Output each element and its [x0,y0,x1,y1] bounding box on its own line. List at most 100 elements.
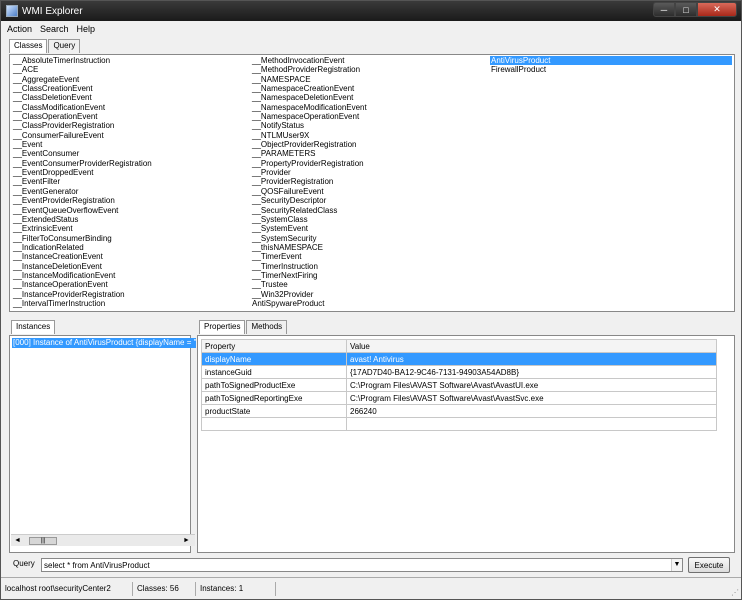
class-item[interactable]: __Win32Provider [251,290,367,299]
minimize-button[interactable]: ─ [653,2,675,17]
class-item[interactable]: __InstanceOperationEvent [12,280,152,289]
resize-grip-icon[interactable]: ⋰ [731,588,739,597]
status-instances: Instances: 1 [196,581,276,596]
class-item[interactable]: __ConsumerFailureEvent [12,131,152,140]
class-item[interactable]: __InstanceModificationEvent [12,271,152,280]
class-item[interactable]: __InstanceCreationEvent [12,252,152,261]
maximize-button[interactable]: □ [675,2,697,17]
property-row[interactable]: displayName avast! Antivirus [201,352,717,366]
class-item[interactable]: __EventDroppedEvent [12,168,152,177]
class-item[interactable]: __TimerEvent [251,252,367,261]
class-item[interactable]: __Trustee [251,280,367,289]
class-item[interactable]: __thisNAMESPACE [251,243,367,252]
class-item[interactable]: __AbsoluteTimerInstruction [12,56,152,65]
property-row[interactable]: instanceGuid {17AD7D40-BA12-9C46-7131-949… [201,365,717,379]
classes-list[interactable]: __AbsoluteTimerInstruction __ACE __Aggrega… [9,54,735,312]
title-bar[interactable]: WMI Explorer ─ □ ✕ [1,1,741,21]
class-item[interactable]: __EventQueueOverflowEvent [12,206,152,215]
menu-bar: Action Search Help [1,21,741,36]
class-item[interactable]: __ClassCreationEvent [12,84,152,93]
class-item[interactable]: __NotifyStatus [251,121,367,130]
tab-query[interactable]: Query [48,39,81,53]
class-item[interactable]: __EventConsumerProviderRegistration [12,159,152,168]
property-value: 266240 [346,404,717,418]
close-icon: ✕ [713,4,721,14]
class-item[interactable]: __NamespaceOperationEvent [251,112,367,121]
class-item[interactable]: __AggregateEvent [12,75,152,84]
class-item[interactable]: AntiVirusProduct [490,56,732,66]
class-item[interactable]: __ExtrinsicEvent [12,224,152,233]
class-item[interactable]: __PARAMETERS [251,149,367,158]
class-item[interactable]: __EventFilter [12,177,152,186]
tab-properties[interactable]: Properties [199,320,246,334]
class-item[interactable]: __SystemEvent [251,224,367,233]
class-item[interactable]: __ObjectProviderRegistration [251,140,367,149]
class-item[interactable]: __MethodProviderRegistration [251,65,367,74]
class-item[interactable]: AntiSpywareProduct [251,299,367,308]
class-item[interactable]: __ClassModificationEvent [12,103,152,112]
property-row[interactable]: pathToSignedProductExe C:\Program Files\A… [201,378,717,392]
instance-item[interactable]: [000] Instance of AntiVirusProduct {disp… [12,338,196,348]
tab-methods[interactable]: Methods [246,320,288,334]
execute-button[interactable]: Execute [688,557,730,573]
column-header-value[interactable]: Value [346,339,717,353]
scroll-right-icon[interactable]: ► [181,536,192,546]
class-item[interactable]: __ACE [12,65,152,74]
column-header-property[interactable]: Property [201,339,347,353]
menu-action[interactable]: Action [7,24,32,34]
class-item[interactable]: __ClassProviderRegistration [12,121,152,130]
property-value: {17AD7D40-BA12-9C46-7131-94903A54AD8B} [346,365,717,379]
class-item[interactable]: __TimerInstruction [251,262,367,271]
query-bar: Query ▼ Execute [1,556,741,574]
class-item[interactable]: __SystemClass [251,215,367,224]
class-item[interactable]: __IntervalTimerInstruction [12,299,152,308]
class-item[interactable]: __SystemSecurity [251,234,367,243]
instances-list[interactable]: [000] Instance of AntiVirusProduct {disp… [9,335,196,553]
class-item[interactable]: __QOSFailureEvent [251,187,367,196]
class-item[interactable]: __EventConsumer [12,149,152,158]
query-label: Query [13,559,35,568]
query-input[interactable] [41,558,683,572]
scroll-thumb[interactable]: ||| [29,537,57,545]
property-row[interactable]: productState 266240 [201,404,717,418]
class-item[interactable]: __Event [12,140,152,149]
class-item[interactable]: __IndicationRelated [12,243,152,252]
property-cell-empty [201,417,347,431]
property-value: C:\Program Files\AVAST Software\Avast\Av… [346,391,717,405]
class-item[interactable]: __NTLMUser9X [251,131,367,140]
class-item[interactable]: __NamespaceCreationEvent [251,84,367,93]
property-value: avast! Antivirus [346,352,717,366]
class-item[interactable]: __ExtendedStatus [12,215,152,224]
instances-scrollbar[interactable]: ◄ ||| ► [11,534,195,546]
class-item[interactable]: __ClassDeletionEvent [12,93,152,102]
property-name: instanceGuid [201,365,347,379]
class-item[interactable]: __NAMESPACE [251,75,367,84]
classes-column-2: __MethodInvocationEvent __MethodProviderR… [251,56,367,308]
menu-help[interactable]: Help [77,24,96,34]
class-item[interactable]: __Provider [251,168,367,177]
class-item[interactable]: __InstanceDeletionEvent [12,262,152,271]
class-item[interactable]: __InstanceProviderRegistration [12,290,152,299]
class-item[interactable]: __SecurityDescriptor [251,196,367,205]
class-item[interactable]: __FilterToConsumerBinding [12,234,152,243]
class-item[interactable]: __PropertyProviderRegistration [251,159,367,168]
class-item[interactable]: __NamespaceModificationEvent [251,103,367,112]
class-item[interactable]: __ClassOperationEvent [12,112,152,121]
class-item[interactable]: __SecurityRelatedClass [251,206,367,215]
class-item[interactable]: FirewallProduct [490,65,732,74]
class-item[interactable]: __EventProviderRegistration [12,196,152,205]
tab-classes[interactable]: Classes [9,39,48,53]
menu-search[interactable]: Search [40,24,69,34]
class-item[interactable]: __EventGenerator [12,187,152,196]
close-button[interactable]: ✕ [697,2,737,17]
property-row[interactable]: pathToSignedReportingExe C:\Program Files… [201,391,717,405]
detail-tabs: Properties Methods [199,320,288,334]
scroll-left-icon[interactable]: ◄ [12,536,23,546]
tab-instances[interactable]: Instances [11,320,56,334]
property-row-empty[interactable] [201,417,717,431]
class-item[interactable]: __TimerNextFiring [251,271,367,280]
query-dropdown-icon[interactable]: ▼ [671,559,682,571]
class-item[interactable]: __NamespaceDeletionEvent [251,93,367,102]
class-item[interactable]: __ProviderRegistration [251,177,367,186]
class-item[interactable]: __MethodInvocationEvent [251,56,367,65]
